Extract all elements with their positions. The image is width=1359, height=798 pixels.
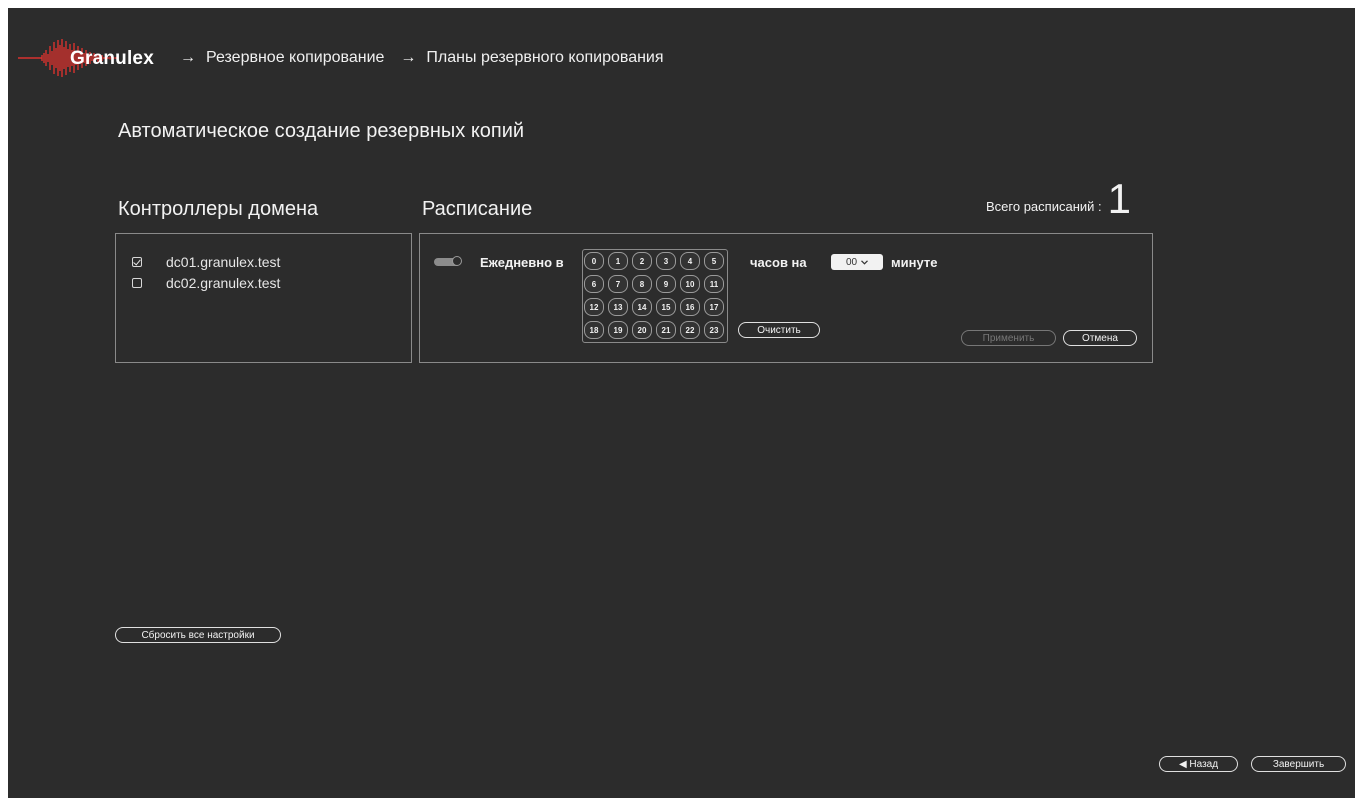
domain-controllers-title: Контроллеры домена [118,198,319,220]
hour-button[interactable]: 20 [632,321,652,339]
dc-list-item[interactable]: dc01.granulex.test [132,254,280,270]
hour-button[interactable]: 5 [704,252,724,270]
hour-button[interactable]: 17 [704,298,724,316]
hour-button[interactable]: 14 [632,298,652,316]
minute-label: минуте [891,255,938,270]
hour-button[interactable]: 3 [656,252,676,270]
daily-label: Ежедневно в [480,255,564,270]
hour-button[interactable]: 21 [656,321,676,339]
arrow-right-icon: → [180,49,196,66]
hour-selector: 0 1 2 3 4 5 6 7 8 9 10 11 12 13 14 15 16 17 18 19 20 21 22 23 [582,249,728,343]
minute-value: 00 [845,256,858,268]
schedule-panel: Ежедневно в 0 1 2 3 4 5 6 7 8 9 10 11 12 13 14 15 16 17 18… [419,233,1153,363]
hour-button[interactable]: 4 [680,252,700,270]
hour-button[interactable]: 9 [656,275,676,293]
hour-button[interactable]: 7 [608,275,628,293]
hour-button[interactable]: 11 [704,275,724,293]
schedule-toggle[interactable] [434,256,462,266]
hour-button[interactable]: 8 [632,275,652,293]
hour-button[interactable]: 6 [584,275,604,293]
hour-button[interactable]: 16 [680,298,700,316]
domain-controllers-panel: dc01.granulex.test dc02.granulex.test [115,233,412,363]
app-window: Granulex → Резервное копирование → Планы… [8,8,1355,798]
apply-button[interactable]: Применить [961,330,1056,346]
hour-button[interactable]: 0 [584,252,604,270]
checkbox-checked[interactable] [132,257,142,267]
dc-list-item[interactable]: dc02.granulex.test [132,275,280,291]
breadcrumb-backup-plans[interactable]: Планы резервного копирования [426,49,663,67]
checkbox-unchecked[interactable] [132,278,142,288]
hour-button[interactable]: 18 [584,321,604,339]
page-title: Автоматическое создание резервных копий [118,120,525,142]
hours-label: часов на [750,255,807,270]
hour-button[interactable]: 19 [608,321,628,339]
arrow-right-icon: → [400,49,417,66]
hour-button[interactable]: 15 [656,298,676,316]
finish-button[interactable]: Завершить [1251,756,1346,772]
chevron-down-icon [861,259,868,265]
dc-name: dc01.granulex.test [166,254,281,270]
logo-text: Granulex [70,48,154,69]
breadcrumb: → Резервное копирование → Планы резервно… [168,49,664,67]
hour-button[interactable]: 1 [608,252,628,270]
granulex-logo[interactable]: Granulex [8,38,168,78]
total-label: Всего расписаний : [986,199,1102,214]
dc-name: dc02.granulex.test [166,275,281,291]
hour-button[interactable]: 10 [680,275,700,293]
cancel-button[interactable]: Отмена [1063,330,1137,346]
reset-all-settings-button[interactable]: Сбросить все настройки [115,627,281,643]
schedule-total: Всего расписаний : 1 [986,178,1131,220]
clear-button[interactable]: Очистить [738,322,820,338]
total-count: 1 [1107,175,1131,222]
header: Granulex → Резервное копирование → Планы… [8,38,664,78]
hour-button[interactable]: 13 [608,298,628,316]
hour-button[interactable]: 23 [704,321,724,339]
back-button[interactable]: ◀ Назад [1159,756,1238,772]
minute-select[interactable]: 00 [831,254,883,270]
schedule-title: Расписание [422,198,533,220]
hour-button[interactable]: 22 [680,321,700,339]
hour-button[interactable]: 2 [632,252,652,270]
breadcrumb-backup[interactable]: Резервное копирование [206,49,384,67]
hour-button[interactable]: 12 [584,298,604,316]
